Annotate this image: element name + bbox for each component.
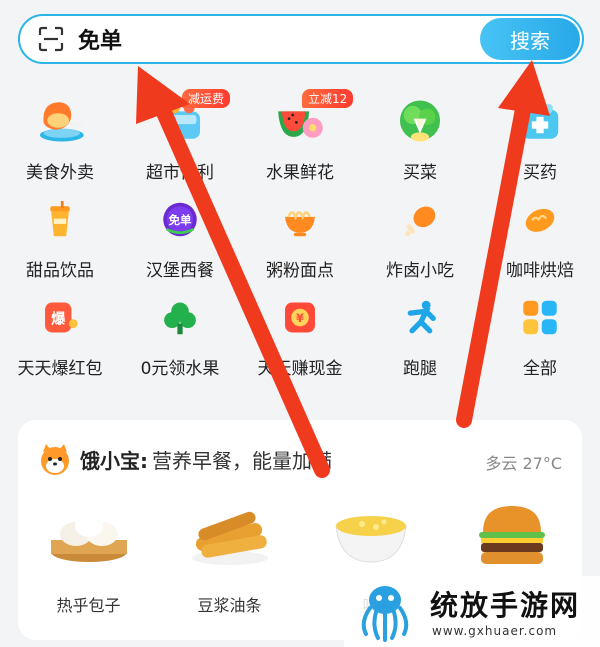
category-label: 天天赚现金 bbox=[257, 359, 343, 379]
octopus-logo-icon bbox=[361, 586, 409, 642]
card-title: 饿小宝: bbox=[80, 448, 148, 473]
category-vegetable[interactable]: 买菜 bbox=[360, 85, 480, 183]
category-grid: 美食外卖 减运费 超市便利 立减12 水果鲜花 买菜 买药 甜品饮品 免单 汉堡… bbox=[0, 85, 600, 379]
category-fried-snack[interactable]: 炸卤小吃 bbox=[360, 183, 480, 281]
category-red-packet[interactable]: 爆 天天爆红包 bbox=[0, 281, 120, 379]
category-label: 炸卤小吃 bbox=[386, 261, 454, 281]
card-subtitle: 营养早餐，能量加满 bbox=[152, 448, 332, 473]
category-food-delivery[interactable]: 美食外卖 bbox=[0, 85, 120, 183]
category-noodle[interactable]: 粥粉面点 bbox=[240, 183, 360, 281]
category-free-fruit[interactable]: 0元领水果 bbox=[120, 281, 240, 379]
category-earn-cash[interactable]: ¥ 天天赚现金 bbox=[240, 281, 360, 379]
search-button[interactable]: 搜索 bbox=[480, 18, 580, 60]
category-label: 汉堡西餐 bbox=[146, 261, 214, 281]
tree-icon bbox=[164, 302, 196, 335]
category-medicine[interactable]: 买药 bbox=[480, 85, 600, 183]
category-drink[interactable]: 甜品饮品 bbox=[0, 183, 120, 281]
category-label: 水果鲜花 bbox=[266, 163, 334, 183]
burger-icon bbox=[478, 506, 545, 564]
category-coffee-bakery[interactable]: 咖啡烘焙 bbox=[480, 183, 600, 281]
category-label: 买药 bbox=[523, 163, 557, 183]
steamed-bun-icon bbox=[50, 515, 127, 562]
category-errand[interactable]: 跑腿 bbox=[360, 281, 480, 379]
category-label: 跑腿 bbox=[403, 359, 437, 379]
medicine-icon bbox=[521, 104, 559, 139]
cash-icon: ¥ bbox=[285, 302, 315, 333]
grid-icon bbox=[523, 300, 557, 335]
category-label: 天天爆红包 bbox=[17, 359, 103, 379]
free-order-text: 免单 bbox=[169, 213, 192, 227]
category-all[interactable]: 全部 bbox=[480, 281, 600, 379]
fried-dough-icon bbox=[191, 511, 268, 565]
drumstick-icon bbox=[405, 206, 436, 237]
category-fruit-flower[interactable]: 立减12 水果鲜花 bbox=[240, 85, 360, 183]
noodle-icon bbox=[285, 211, 315, 237]
category-supermarket[interactable]: 减运费 超市便利 bbox=[120, 85, 240, 183]
category-label: 买菜 bbox=[403, 163, 437, 183]
shiba-mascot-icon bbox=[41, 444, 69, 475]
drink-icon bbox=[50, 201, 70, 237]
food-label: 热乎包子 bbox=[56, 596, 121, 615]
scan-icon[interactable] bbox=[38, 26, 64, 52]
category-label: 美食外卖 bbox=[26, 163, 94, 183]
badge: 立减12 bbox=[302, 89, 354, 108]
category-label: 超市便利 bbox=[146, 163, 214, 183]
free-order-icon: 免单 bbox=[163, 202, 197, 237]
category-label: 咖啡烘焙 bbox=[506, 261, 574, 281]
cash-symbol: ¥ bbox=[296, 311, 304, 325]
runner-icon bbox=[407, 300, 436, 334]
search-input[interactable] bbox=[78, 19, 458, 59]
weather-text: 多云 27°C bbox=[485, 454, 562, 473]
bread-icon bbox=[525, 208, 555, 232]
category-label: 全部 bbox=[523, 359, 557, 379]
category-label: 甜品饮品 bbox=[26, 261, 94, 281]
watermark-title: 统放手游网 bbox=[430, 589, 581, 622]
vegetable-icon bbox=[399, 100, 441, 142]
red-packet-text: 爆 bbox=[51, 311, 66, 328]
food-item-buns[interactable]: 热乎包子 bbox=[18, 500, 159, 616]
site-watermark: 统放手游网 www.gxhuaer.com bbox=[344, 576, 600, 647]
food-label: 豆浆油条 bbox=[197, 596, 262, 615]
red-packet-icon: 爆 bbox=[45, 302, 78, 333]
food-delivery-icon bbox=[39, 102, 84, 142]
card-header: 饿小宝: 营养早餐，能量加满 bbox=[38, 442, 332, 476]
food-item-soymilk-fritter[interactable]: 豆浆油条 bbox=[159, 500, 300, 616]
porridge-icon bbox=[334, 516, 407, 563]
category-burger-western[interactable]: 免单 汉堡西餐 bbox=[120, 183, 240, 281]
watermark-url: www.gxhuaer.com bbox=[432, 624, 558, 638]
badge: 减运费 bbox=[182, 89, 231, 108]
search-bar: 搜索 bbox=[18, 14, 584, 64]
category-label: 粥粉面点 bbox=[266, 261, 334, 281]
category-label: 0元领水果 bbox=[140, 359, 220, 379]
